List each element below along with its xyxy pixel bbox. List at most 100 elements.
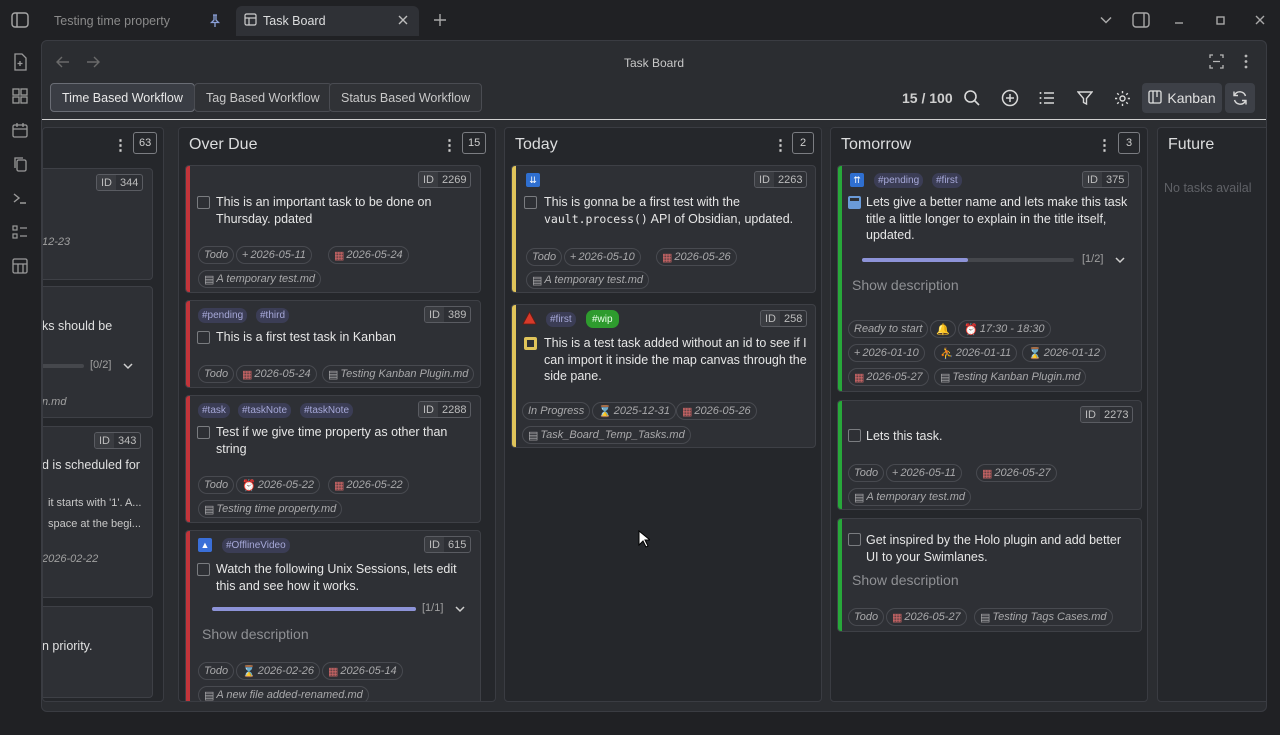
task-list-icon[interactable] bbox=[10, 222, 30, 242]
expand-chevron-icon[interactable] bbox=[122, 359, 134, 377]
task-card-partial-3[interactable]: ID 343 d is scheduled for it starts with … bbox=[43, 426, 153, 598]
column-menu-icon[interactable]: ⋮ bbox=[773, 136, 788, 154]
task-tag[interactable]: #task bbox=[198, 403, 230, 418]
task-tag[interactable]: #taskNote bbox=[300, 403, 354, 418]
add-task-icon[interactable] bbox=[995, 83, 1025, 113]
task-card-258[interactable]: #first #wip ID 258 This is a test task ad… bbox=[511, 304, 816, 448]
task-progress-bar bbox=[212, 607, 416, 611]
refresh-icon[interactable] bbox=[1225, 83, 1255, 113]
task-title[interactable]: Lets give a better name and lets make th… bbox=[866, 194, 1132, 244]
pin-icon[interactable] bbox=[208, 14, 222, 31]
task-tag[interactable]: #first bbox=[932, 173, 962, 188]
task-card-holo[interactable]: Get inspired by the Holo plugin and add … bbox=[837, 518, 1142, 632]
task-tag-wip[interactable]: #wip bbox=[586, 310, 619, 328]
column-partial: ⋮ 63 ID 344 12-23 ks should be [0/2] n.md… bbox=[42, 127, 164, 702]
task-checkbox[interactable] bbox=[197, 331, 210, 344]
column-menu-icon[interactable]: ⋮ bbox=[442, 136, 457, 154]
task-file-link[interactable]: ▤ Task_Board_Temp_Tasks.md bbox=[522, 426, 691, 444]
task-checkbox[interactable] bbox=[197, 426, 210, 439]
tab-list-chevron-icon[interactable] bbox=[1094, 8, 1118, 32]
task-card-389[interactable]: #pending #third ID 389 This is a first te… bbox=[185, 300, 481, 388]
task-tag[interactable]: #pending bbox=[198, 308, 248, 323]
task-title[interactable]: This is a test task added without an id … bbox=[544, 335, 812, 385]
task-tag[interactable]: #taskNote bbox=[238, 403, 292, 418]
new-tab-icon[interactable] bbox=[428, 8, 452, 32]
list-view-icon[interactable] bbox=[1032, 83, 1062, 113]
task-file-link[interactable]: ▤ Testing Kanban Plugin.md bbox=[322, 365, 475, 383]
task-card-partial-2[interactable]: ks should be [0/2] n.md bbox=[43, 286, 153, 418]
calendar-icon[interactable] bbox=[10, 120, 30, 140]
task-title[interactable]: This is gonna be a first test with the v… bbox=[544, 194, 806, 227]
focus-scan-icon[interactable] bbox=[1209, 54, 1224, 74]
show-description-link[interactable]: Show description bbox=[202, 626, 309, 642]
task-card-2288[interactable]: #task #taskNote #taskNote ID 2288 Test if… bbox=[185, 395, 481, 523]
task-checkbox-ready[interactable] bbox=[848, 196, 861, 209]
kanban-view-button[interactable]: Kanban bbox=[1142, 83, 1222, 113]
task-checkbox[interactable] bbox=[524, 196, 537, 209]
filter-icon[interactable] bbox=[1070, 83, 1100, 113]
task-checkbox[interactable] bbox=[848, 429, 861, 442]
task-card-375[interactable]: ⇈ #pending #first ID 375 Lets give a bett… bbox=[837, 165, 1142, 392]
task-tag[interactable]: #OfflineVideo bbox=[222, 538, 290, 553]
task-id-tag: ID 2263 bbox=[754, 171, 808, 188]
task-card-partial-1[interactable]: ID 344 12-23 bbox=[43, 168, 153, 280]
close-tab-icon[interactable] bbox=[397, 14, 409, 29]
tag-based-workflow-button[interactable]: Tag Based Workflow bbox=[194, 83, 332, 112]
task-file-link[interactable]: ▤ A temporary test.md bbox=[198, 270, 322, 288]
minimize-icon[interactable] bbox=[1167, 8, 1191, 32]
time-based-workflow-button[interactable]: Time Based Workflow bbox=[50, 83, 195, 112]
maximize-icon[interactable] bbox=[1208, 8, 1232, 32]
priority-high-icon: ⇈ bbox=[850, 173, 864, 187]
task-card-2273[interactable]: ID 2273 Lets this task. Todo +2026-05-11 … bbox=[837, 400, 1142, 510]
sidebar-toggle-icon[interactable] bbox=[8, 8, 32, 32]
show-description-link[interactable]: Show description bbox=[852, 277, 959, 293]
task-file-link[interactable]: ▤ A new file added-renamed.md bbox=[198, 686, 369, 701]
search-icon[interactable] bbox=[957, 83, 987, 113]
task-checkbox[interactable] bbox=[197, 563, 210, 576]
title-bar: Testing time property Task Board bbox=[0, 0, 1280, 40]
task-file-link[interactable]: ▤ Testing Tags Cases.md bbox=[974, 608, 1113, 626]
task-title[interactable]: Lets this task. bbox=[866, 428, 1126, 445]
task-checkbox-in-progress[interactable] bbox=[524, 337, 537, 350]
terminal-icon[interactable] bbox=[10, 188, 30, 208]
task-title[interactable]: This is an important task to be done on … bbox=[216, 194, 468, 227]
task-status: Ready to start bbox=[848, 320, 929, 338]
tab-task-board[interactable]: Task Board bbox=[236, 6, 419, 36]
close-window-icon[interactable] bbox=[1248, 8, 1272, 32]
right-sidebar-toggle-icon[interactable] bbox=[1129, 8, 1153, 32]
new-note-icon[interactable] bbox=[10, 52, 30, 72]
tab-testing-time-property[interactable]: Testing time property bbox=[44, 6, 229, 36]
priority-high-icon: ▲ bbox=[198, 538, 212, 552]
copy-icon[interactable] bbox=[10, 154, 30, 174]
settings-gear-icon[interactable] bbox=[1107, 83, 1137, 113]
more-options-icon[interactable] bbox=[1243, 54, 1249, 74]
column-menu-icon[interactable]: ⋮ bbox=[113, 136, 128, 154]
task-due-date: ▦ 2026-05-27 bbox=[976, 464, 1057, 482]
task-file-link[interactable]: ▤ Testing Kanban Plugin.md bbox=[934, 368, 1087, 386]
mouse-cursor-icon bbox=[638, 529, 652, 553]
show-description-link[interactable]: Show description bbox=[852, 572, 959, 588]
task-file-link[interactable]: ▤ A temporary test.md bbox=[848, 488, 972, 506]
task-title[interactable]: This is a first test task in Kanban bbox=[216, 329, 468, 346]
task-card-2263[interactable]: ⇊ ID 2263 This is gonna be a first test w… bbox=[511, 165, 816, 293]
task-title[interactable]: Watch the following Unix Sessions, lets … bbox=[216, 561, 472, 594]
task-title[interactable]: Get inspired by the Holo plugin and add … bbox=[866, 532, 1128, 565]
task-card-615[interactable]: ▲ #OfflineVideo ID 615 Watch the followin… bbox=[185, 530, 481, 701]
dashboard-grid-icon[interactable] bbox=[10, 86, 30, 106]
task-title[interactable]: Test if we give time property as other t… bbox=[216, 424, 468, 457]
task-checkbox[interactable] bbox=[848, 533, 861, 546]
expand-chevron-icon[interactable] bbox=[1114, 253, 1126, 271]
task-tag[interactable]: #first bbox=[546, 312, 576, 327]
task-tag[interactable]: #third bbox=[256, 308, 290, 323]
view-title: Task Board bbox=[623, 56, 685, 70]
task-checkbox[interactable] bbox=[197, 196, 210, 209]
task-card-2269[interactable]: ID 2269 This is an important task to be d… bbox=[185, 165, 481, 293]
task-file-link[interactable]: ▤ Testing time property.md bbox=[198, 500, 343, 518]
task-card-partial-4[interactable]: n priority. bbox=[43, 606, 153, 698]
status-based-workflow-button[interactable]: Status Based Workflow bbox=[329, 83, 482, 112]
column-menu-icon[interactable]: ⋮ bbox=[1097, 136, 1112, 154]
task-tag[interactable]: #pending bbox=[874, 173, 924, 188]
task-board-icon[interactable] bbox=[10, 256, 30, 276]
expand-chevron-icon[interactable] bbox=[454, 602, 466, 620]
task-file-link[interactable]: ▤ A temporary test.md bbox=[526, 271, 650, 289]
